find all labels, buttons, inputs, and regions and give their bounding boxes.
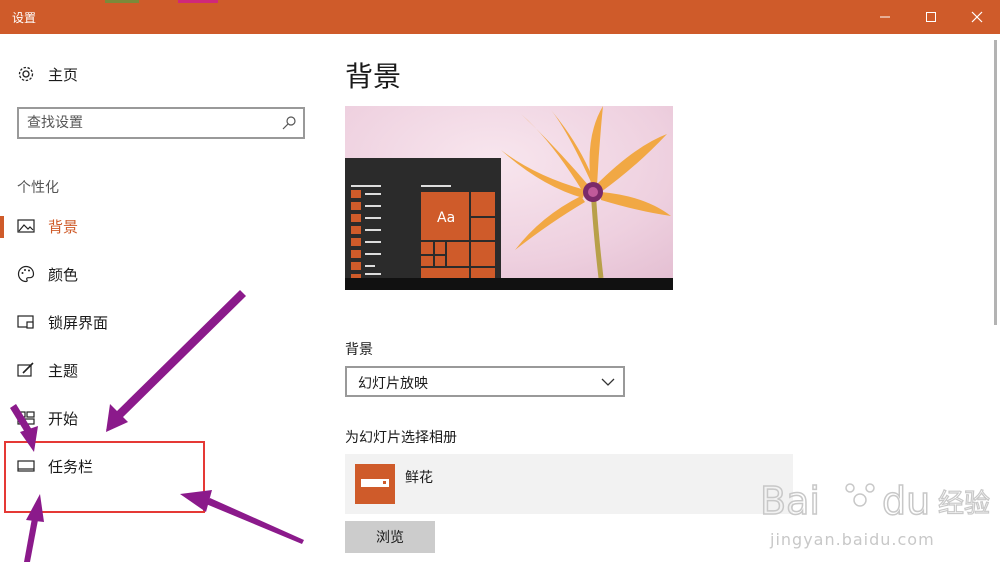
sidebar-item-label: 主页 xyxy=(48,65,79,84)
sidebar-item-label: 主题 xyxy=(48,361,79,380)
theme-brush-icon xyxy=(16,360,36,380)
sidebar-item-colors[interactable]: 颜色 xyxy=(0,254,322,294)
tile-text: Aa xyxy=(437,210,455,226)
start-tiles-icon xyxy=(16,408,36,428)
background-preview: Aa xyxy=(345,106,673,290)
highlight-box xyxy=(4,441,205,513)
lock-screen-icon xyxy=(16,312,36,332)
picture-icon xyxy=(16,216,36,236)
svg-text:du: du xyxy=(882,479,930,523)
close-icon xyxy=(971,11,983,23)
baidu-logo-icon: Bai du 经验 xyxy=(759,478,990,524)
album-name: 鲜花 xyxy=(405,470,433,486)
maximize-icon xyxy=(926,12,936,22)
sidebar-item-background[interactable]: 背景 xyxy=(0,206,322,246)
active-indicator xyxy=(0,216,4,238)
watermark-url: jingyan.baidu.com xyxy=(770,530,935,549)
window-title: 设置 xyxy=(12,11,37,25)
sidebar-item-themes[interactable]: 主题 xyxy=(0,350,322,390)
background-app-strip xyxy=(178,0,218,3)
selected-value: 幻灯片放映 xyxy=(358,376,428,392)
title-bar[interactable]: 设置 xyxy=(0,0,1000,34)
background-app-strip xyxy=(105,0,139,3)
sidebar-item-label: 背景 xyxy=(48,217,79,236)
browse-button[interactable]: 浏览 xyxy=(345,521,435,553)
section-heading: 个性化 xyxy=(17,180,59,196)
sidebar-item-label: 颜色 xyxy=(48,265,79,284)
minimize-button[interactable] xyxy=(862,0,908,34)
close-button[interactable] xyxy=(954,0,1000,34)
album-item[interactable]: 鲜花 xyxy=(345,454,793,514)
sidebar-item-label: 锁屏界面 xyxy=(48,313,109,332)
settings-window: 设置 主页 个性化 背景 xyxy=(0,0,1000,583)
background-label: 背景 xyxy=(345,342,373,358)
sidebar-item-start[interactable]: 开始 xyxy=(0,398,322,438)
background-type-select[interactable]: 幻灯片放映 xyxy=(345,366,625,397)
chevron-down-icon xyxy=(601,375,615,391)
palette-icon xyxy=(16,264,36,284)
svg-text:经验: 经验 xyxy=(938,489,990,519)
search-icon[interactable] xyxy=(281,115,297,135)
svg-text:Bai: Bai xyxy=(760,479,820,523)
search-input[interactable] xyxy=(27,114,277,132)
search-box[interactable] xyxy=(17,107,305,139)
maximize-button[interactable] xyxy=(908,0,954,34)
minimize-icon xyxy=(880,16,890,18)
folder-thumbnail-icon xyxy=(355,464,395,504)
page-title: 背景 xyxy=(345,60,402,93)
scrollbar[interactable] xyxy=(994,40,997,325)
sidebar-item-lock-screen[interactable]: 锁屏界面 xyxy=(0,302,322,342)
album-label: 为幻灯片选择相册 xyxy=(345,430,457,446)
sidebar-item-label: 开始 xyxy=(48,409,79,428)
sidebar-item-home[interactable]: 主页 xyxy=(0,54,322,94)
baidu-watermark: Bai du 经验 jingyan.baidu.com xyxy=(759,470,990,570)
gear-icon xyxy=(16,64,36,84)
